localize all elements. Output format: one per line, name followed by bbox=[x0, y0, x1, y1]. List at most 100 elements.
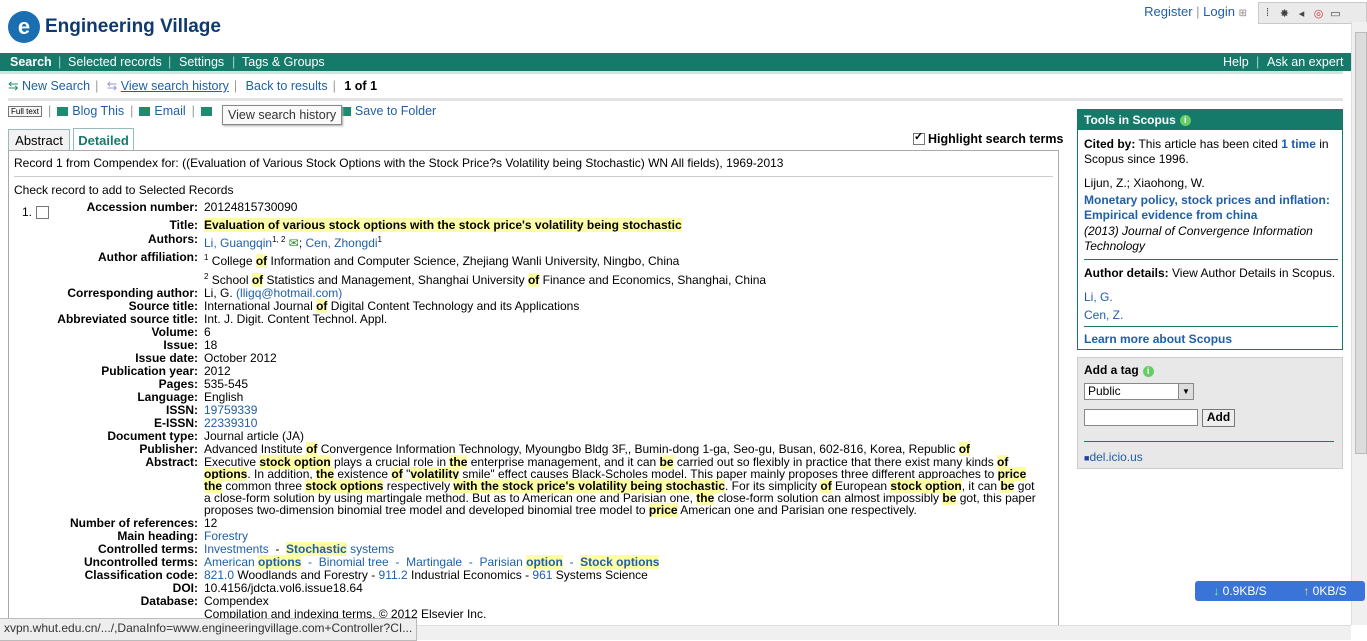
corr-email-link[interactable]: (lligq@hotmail.com) bbox=[236, 286, 342, 300]
nav-selected-records[interactable]: Selected records bbox=[68, 55, 162, 69]
network-speed-widget: ↓ 0.9KB/S ↑ 0KB/S bbox=[1195, 581, 1365, 601]
nav-separator: | bbox=[232, 55, 236, 69]
field-value: Int. J. Digit. Content Technol. Appl. bbox=[204, 312, 388, 326]
vertical-scrollbar[interactable] bbox=[1351, 22, 1367, 625]
upload-arrow-icon: ↑ bbox=[1303, 584, 1310, 598]
cited-paper-link[interactable]: Monetary policy, stock prices and inflat… bbox=[1084, 193, 1338, 223]
view-history-link[interactable]: View search history bbox=[121, 79, 229, 93]
highlight-checkbox[interactable] bbox=[913, 130, 925, 145]
term-link[interactable]: Martingale bbox=[406, 555, 462, 569]
logo-mark-icon: e bbox=[8, 11, 40, 43]
full-text-button[interactable]: Full text bbox=[8, 105, 43, 117]
term-link[interactable]: Stochastic systems bbox=[286, 542, 394, 556]
new-search-icon: ⇆ bbox=[8, 79, 19, 93]
cited-count-link[interactable]: 1 time bbox=[1281, 137, 1316, 151]
info-icon[interactable]: i bbox=[1142, 366, 1154, 377]
blog-this-link[interactable]: Blog This bbox=[72, 104, 124, 118]
record-count: 1 of 1 bbox=[344, 79, 378, 93]
field-value: 20124815730090 bbox=[204, 200, 298, 214]
cited-authors: Lijun, Z.; Xiaohong, W. bbox=[1084, 176, 1205, 190]
field-label: Authors: bbox=[148, 232, 198, 246]
tag-title: Add a tag i bbox=[1084, 363, 1154, 377]
author-sup: 1 bbox=[377, 235, 382, 244]
author-details: Author details: View Author Details in S… bbox=[1084, 266, 1336, 280]
result-nav: ⇆ New Search | ⇆ View search history | Bac… bbox=[8, 79, 378, 93]
abstract-text: Executive stock option plays a crucial r… bbox=[204, 455, 1036, 517]
browser-toolbar: ⁞ ✸ ◂ ◎ ▭ bbox=[1258, 2, 1367, 24]
field-value: 18 bbox=[204, 338, 218, 352]
delicious-link[interactable]: ■del.icio.us bbox=[1084, 450, 1143, 464]
brand-name: Engineering Village bbox=[45, 16, 221, 37]
term-link[interactable]: American options bbox=[204, 555, 302, 569]
class-link[interactable]: 961 bbox=[532, 568, 552, 582]
term-link[interactable]: Investments bbox=[204, 542, 269, 556]
author-link[interactable]: Cen, Zhongdi bbox=[305, 236, 377, 250]
cited-journal: (2013) Journal of Convergence Informatio… bbox=[1084, 224, 1313, 253]
logo[interactable]: e Engineering Village bbox=[8, 10, 221, 44]
scopus-author-link[interactable]: Cen, Z. bbox=[1084, 308, 1338, 323]
nav-tags-groups[interactable]: Tags & Groups bbox=[242, 55, 325, 69]
subnav-divider bbox=[8, 98, 1343, 101]
highlight-label: Highlight search terms bbox=[928, 132, 1064, 146]
back-arrow-icon[interactable]: ◂ bbox=[1293, 7, 1310, 20]
lifebuoy-icon[interactable]: ◎ bbox=[1310, 7, 1327, 20]
field-value: 2012 bbox=[204, 364, 231, 378]
class-link[interactable]: 821.0 bbox=[204, 568, 234, 582]
nav-help[interactable]: Help bbox=[1223, 55, 1249, 69]
chevron-down-icon: ▼ bbox=[1178, 384, 1193, 399]
field-value: 6 bbox=[204, 325, 211, 339]
info-icon[interactable]: i bbox=[1179, 114, 1191, 126]
record-query: Record 1 from Compendex for: ((Evaluatio… bbox=[14, 156, 784, 170]
field-label: Accession number: bbox=[86, 200, 198, 214]
term-link[interactable]: Parisian option bbox=[479, 555, 563, 569]
field-value: 535-545 bbox=[204, 377, 249, 391]
class-link[interactable]: 911.2 bbox=[379, 568, 408, 582]
nav-search[interactable]: Search bbox=[10, 55, 52, 69]
email-link[interactable]: Email bbox=[154, 104, 185, 118]
tab-detailed[interactable]: Detailed bbox=[73, 128, 134, 151]
login-box-icon: ⊞ bbox=[1238, 8, 1247, 19]
nav-ask-expert[interactable]: Ask an expert bbox=[1267, 55, 1343, 69]
tag-divider bbox=[1084, 441, 1334, 442]
nav-separator: | bbox=[58, 55, 62, 69]
scopus-divider bbox=[1084, 326, 1338, 327]
author-link[interactable]: Li, Guangqin bbox=[204, 236, 272, 250]
term-link[interactable]: Stock options bbox=[580, 555, 660, 569]
field-label: Database: bbox=[140, 594, 198, 608]
field-value: October 2012 bbox=[204, 351, 277, 365]
tag-input[interactable] bbox=[1084, 409, 1198, 426]
field-label: Title: bbox=[169, 218, 198, 232]
email-icon[interactable]: ✉ bbox=[289, 236, 299, 250]
tooltip: View search history bbox=[222, 105, 343, 125]
save-to-folder-link[interactable]: Save to Folder bbox=[355, 104, 436, 118]
term-link[interactable]: Binomial tree bbox=[319, 555, 389, 569]
scopus-author-link[interactable]: Li, G. bbox=[1084, 290, 1338, 305]
add-tag-button[interactable]: Add bbox=[1202, 409, 1235, 427]
field-label: Abstract: bbox=[145, 455, 198, 469]
record-selector: 1. bbox=[22, 205, 52, 219]
scopus-header: Tools in Scopus i bbox=[1078, 110, 1342, 130]
panel-divider bbox=[14, 176, 1053, 177]
check-instruction: Check record to add to Selected Records bbox=[14, 183, 234, 197]
field-label: Author affiliation: bbox=[98, 250, 198, 264]
new-search-link[interactable]: New Search bbox=[22, 79, 90, 93]
author-sup: 1, 2 bbox=[272, 235, 286, 244]
back-to-results-link[interactable]: Back to results bbox=[246, 79, 328, 93]
print-icon[interactable] bbox=[200, 106, 212, 116]
tag-visibility-select[interactable]: Public ▼ bbox=[1084, 383, 1194, 400]
highlight-toggle[interactable]: Highlight search terms bbox=[913, 130, 1064, 146]
tab-abstract[interactable]: Abstract bbox=[8, 129, 70, 151]
learn-more-link[interactable]: Learn more about Scopus bbox=[1084, 332, 1338, 347]
register-link[interactable]: Register bbox=[1144, 4, 1192, 19]
minimize-icon[interactable]: ▭ bbox=[1327, 7, 1344, 20]
issn-link[interactable]: 19759339 bbox=[204, 404, 1044, 417]
login-link[interactable]: Login bbox=[1203, 4, 1235, 19]
nav-settings[interactable]: Settings bbox=[179, 55, 224, 69]
gear-icon[interactable]: ✸ bbox=[1276, 7, 1293, 20]
record-checkbox[interactable] bbox=[36, 205, 50, 219]
email-icon bbox=[139, 106, 151, 116]
cited-by: Cited by: This article has been cited 1 … bbox=[1084, 137, 1329, 166]
scroll-thumb[interactable] bbox=[1355, 32, 1367, 454]
download-arrow-icon: ↓ bbox=[1213, 584, 1220, 598]
eissn-link[interactable]: 22339310 bbox=[204, 417, 1044, 430]
